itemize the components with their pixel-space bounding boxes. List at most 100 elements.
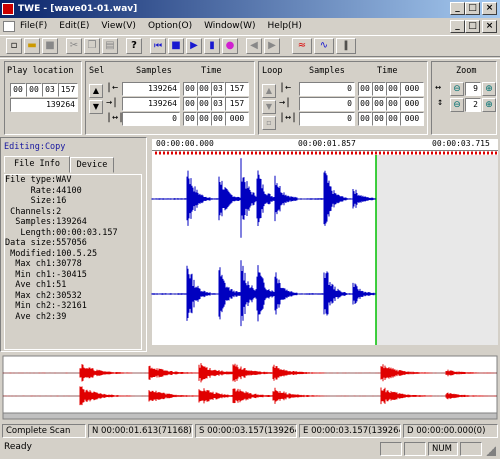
new-icon[interactable]: ▫ <box>6 38 22 54</box>
play-time-hh[interactable]: 00 <box>10 83 26 97</box>
selection-group: Sel Samples Time ▲ ▼ |← →| |↔| 139264 13… <box>85 61 255 135</box>
sel-start-mm[interactable]: 00 <box>197 82 211 96</box>
sel-start-hh[interactable]: 00 <box>183 82 197 96</box>
loop-start-ms[interactable]: 000 <box>400 82 424 96</box>
tab-file-info[interactable]: File Info <box>4 156 70 173</box>
help-icon[interactable]: ? <box>126 38 142 54</box>
menu-edit[interactable]: Edit(E) <box>53 18 95 35</box>
wave-icon[interactable]: ∿ <box>314 38 334 54</box>
menu-option[interactable]: Option(O) <box>142 18 198 35</box>
sel-label: Sel <box>89 66 105 76</box>
loop-length-icon: |↔| <box>279 112 298 123</box>
sel-end-mm[interactable]: 00 <box>197 97 211 111</box>
caps-indicator <box>380 442 402 456</box>
waveform-view[interactable]: 00:00:00.000 00:00:01.857 00:00:03.715 <box>150 137 500 352</box>
paste-icon[interactable]: ▤ <box>102 38 118 54</box>
skip-back-icon[interactable]: ⏮ <box>150 38 166 54</box>
file-info-list: File type:WAV Rate:44100 Size:16 Channel… <box>4 174 142 350</box>
stop-icon[interactable]: ■ <box>168 38 184 54</box>
zoom-out-v-icon[interactable]: ⊖ <box>450 98 464 112</box>
minimize-button[interactable]: _ <box>450 2 465 15</box>
loop-label: Loop <box>262 66 283 76</box>
zoom-in-v-icon[interactable]: ⊕ <box>482 98 496 112</box>
ruler-time-end: 00:00:03.715 <box>432 139 490 148</box>
sel-up-icon[interactable]: ▲ <box>89 84 103 98</box>
info-line: Rate:44100 <box>5 185 82 196</box>
resize-grip-icon[interactable] <box>486 446 496 456</box>
zoom-h-value[interactable]: 9 <box>465 82 481 96</box>
loop-down-icon[interactable]: ▼ <box>262 100 276 114</box>
play-time-ms[interactable]: 157 <box>58 83 78 97</box>
zoom-in-h-icon[interactable]: ⊕ <box>482 82 496 96</box>
editing-status: Editing:Copy <box>4 142 66 152</box>
sel-length-ms[interactable]: 000 <box>225 112 249 126</box>
skip-forward-icon[interactable]: ▮ <box>204 38 220 54</box>
window-title: TWE - [wave01-01.wav] <box>18 4 138 14</box>
mdi-minimize-button[interactable]: _ <box>450 20 465 33</box>
loop-start-ss[interactable]: 00 <box>386 82 400 96</box>
document-icon[interactable] <box>3 21 15 32</box>
sel-end-hh[interactable]: 00 <box>183 97 197 111</box>
menu-view[interactable]: View(V) <box>95 18 142 35</box>
loop-length-samples[interactable]: 0 <box>299 112 355 126</box>
loop-length-ms[interactable]: 000 <box>400 112 424 126</box>
sel-start-samples[interactable]: 139264 <box>122 82 180 96</box>
zoom-out-h-icon[interactable]: ⊖ <box>450 82 464 96</box>
mdi-close-button[interactable]: × <box>482 20 497 33</box>
menu-window[interactable]: Window(W) <box>198 18 261 35</box>
ruler-time-mid: 00:00:01.857 <box>298 139 356 148</box>
copy-icon[interactable]: ❐ <box>84 38 100 54</box>
next-mark-icon[interactable]: ▶ <box>264 38 280 54</box>
loop-start-mm[interactable]: 00 <box>372 82 386 96</box>
cut-icon[interactable]: ✂ <box>66 38 82 54</box>
start-position: S 00:00:03.157(139264) <box>195 424 297 438</box>
loop-start-samples[interactable]: 0 <box>299 82 355 96</box>
sel-length-mm[interactable]: 00 <box>197 112 211 126</box>
open-icon[interactable]: ▬ <box>24 38 40 54</box>
play-samples-field[interactable]: 139264 <box>10 98 78 112</box>
sel-end-ss[interactable]: 03 <box>211 97 225 111</box>
now-position: N 00:00:01.613(71168) <box>88 424 193 438</box>
maximize-button[interactable]: □ <box>465 2 480 15</box>
loop-up-icon[interactable]: ▲ <box>262 84 276 98</box>
sel-end-samples[interactable]: 139264 <box>122 97 180 111</box>
sel-down-icon[interactable]: ▼ <box>89 100 103 114</box>
sel-length-hh[interactable]: 00 <box>183 112 197 126</box>
play-time-mm[interactable]: 00 <box>26 83 42 97</box>
play-time-ss[interactable]: 03 <box>42 83 58 97</box>
loop-end-mm[interactable]: 00 <box>372 97 386 111</box>
info-line: Max ch2:30532 <box>5 290 82 301</box>
menu-help[interactable]: Help(H) <box>262 18 308 35</box>
wave-area[interactable] <box>152 155 376 345</box>
prev-mark-icon[interactable]: ◀ <box>246 38 262 54</box>
sel-length-ss[interactable]: 00 <box>211 112 225 126</box>
close-button[interactable]: × <box>482 2 497 15</box>
sel-start-ms[interactable]: 157 <box>225 82 249 96</box>
title-bar: TWE - [wave01-01.wav] _ □ × <box>0 0 500 18</box>
sel-end-icon: →| <box>106 97 119 108</box>
loop-end-samples[interactable]: 0 <box>299 97 355 111</box>
mdi-restore-button[interactable]: □ <box>465 20 480 33</box>
loop-length-mm[interactable]: 00 <box>372 112 386 126</box>
loop-start-hh[interactable]: 00 <box>358 82 372 96</box>
effect-icon[interactable]: ≈ <box>292 38 312 54</box>
loop-end-ss[interactable]: 00 <box>386 97 400 111</box>
loop-length-hh[interactable]: 00 <box>358 112 372 126</box>
loop-end-ms[interactable]: 000 <box>400 97 424 111</box>
record-icon[interactable]: ● <box>222 38 238 54</box>
sel-end-ms[interactable]: 157 <box>225 97 249 111</box>
play-icon[interactable]: ▶ <box>186 38 202 54</box>
loop-lock-icon[interactable]: ▫ <box>262 116 276 130</box>
loop-end-hh[interactable]: 00 <box>358 97 372 111</box>
info-line: Samples:139264 <box>5 217 87 227</box>
level-icon[interactable]: ‖ <box>336 38 356 54</box>
sel-start-ss[interactable]: 03 <box>211 82 225 96</box>
tab-device[interactable]: Device <box>70 157 114 173</box>
sel-length-samples[interactable]: 0 <box>122 112 180 126</box>
overview-scrollbar[interactable] <box>2 412 498 420</box>
info-line: Max ch1:30778 <box>5 259 82 269</box>
zoom-v-value[interactable]: 2 <box>465 98 481 112</box>
overview-panel[interactable] <box>0 353 500 421</box>
save-icon[interactable]: ■ <box>42 38 58 54</box>
loop-length-ss[interactable]: 00 <box>386 112 400 126</box>
